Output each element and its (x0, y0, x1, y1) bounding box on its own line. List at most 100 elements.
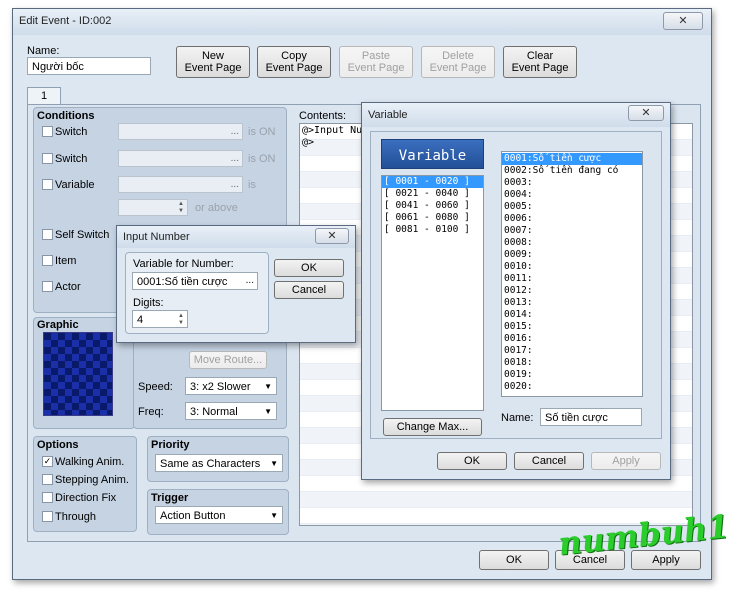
clear-event-page-button[interactable]: Clear Event Page (503, 46, 577, 78)
variable-group-item[interactable]: [ 0081 - 0100 ] (382, 224, 483, 236)
copy-event-page-button[interactable]: Copy Event Page (257, 46, 331, 78)
change-max-button[interactable]: Change Max... (383, 418, 482, 436)
self-switch-label: Self Switch (55, 229, 110, 241)
variable-list-item[interactable]: 0009: (502, 249, 642, 261)
title-bar: Edit Event - ID:002 ✕ (13, 9, 711, 35)
variable-header: Variable (381, 139, 484, 169)
variable-list-item[interactable]: 0018: (502, 357, 642, 369)
variable-list-item[interactable]: 0011: (502, 273, 642, 285)
speed-label: Speed: (138, 381, 173, 393)
switch1-label: Switch (55, 126, 88, 138)
variable-for-number-field[interactable]: 0001:Số tiền cược... (132, 272, 258, 290)
chevron-down-icon: ▼ (264, 407, 272, 416)
variable-list-item[interactable]: 0006: (502, 213, 642, 225)
switch2-selector[interactable]: ... (118, 150, 243, 167)
chevron-down-icon: ▼ (264, 382, 272, 391)
switch2-checkbox[interactable] (42, 153, 53, 164)
variable-group-list[interactable]: [ 0001 - 0020 ][ 0021 - 0040 ][ 0041 - 0… (381, 175, 484, 411)
variable-list-item[interactable]: 0004: (502, 189, 642, 201)
item-label: Item (55, 255, 77, 267)
variable-list-item[interactable]: 0012: (502, 285, 642, 297)
contents-label: Contents: (299, 110, 347, 122)
variable-ok-button[interactable]: OK (437, 452, 507, 470)
variable-list-item[interactable]: 0013: (502, 297, 642, 309)
variable-list-item[interactable]: 0016: (502, 333, 642, 345)
variable-label: Variable (55, 179, 95, 191)
switch1-checkbox[interactable] (42, 126, 53, 137)
close-button[interactable]: ✕ (315, 228, 349, 244)
variable-list-item[interactable]: 0020: (502, 381, 642, 393)
direction-fix-label: Direction Fix (55, 492, 117, 504)
freq-label: Freq: (138, 406, 164, 418)
switch2-is-on: is ON (248, 153, 276, 165)
variable-list-item[interactable]: 0014: (502, 309, 642, 321)
variable-group-item[interactable]: [ 0021 - 0040 ] (382, 188, 483, 200)
variable-name-field[interactable]: Số tiền cược (540, 408, 642, 426)
self-switch-checkbox[interactable] (42, 229, 53, 240)
contents-line-1[interactable]: @>Input Nur (302, 125, 368, 136)
trigger-title: Trigger (151, 492, 189, 504)
digits-spinner[interactable]: 4 ▲ ▼ (132, 310, 188, 328)
variable-list-item[interactable]: 0008: (502, 237, 642, 249)
variable-apply-button[interactable]: Apply (591, 452, 661, 470)
stepping-anim-label: Stepping Anim. (55, 474, 129, 486)
stepping-anim-checkbox[interactable] (42, 474, 53, 485)
variable-list-item[interactable]: 0001:Số tiền cược (502, 153, 642, 165)
move-route-button[interactable]: Move Route... (189, 351, 267, 369)
input-number-ok-button[interactable]: OK (274, 259, 344, 277)
item-checkbox[interactable] (42, 255, 53, 266)
variable-list-item[interactable]: 0015: (502, 321, 642, 333)
priority-dropdown[interactable]: Same as Characters ▼ (155, 454, 283, 472)
graphic-preview[interactable] (43, 332, 113, 416)
options-title: Options (37, 439, 79, 451)
tab-page-1[interactable]: 1 (27, 87, 61, 105)
name-field[interactable]: Người bốc (27, 57, 151, 75)
variable-for-number-label: Variable for Number: (133, 258, 234, 270)
walking-anim-checkbox[interactable]: ✓ (42, 456, 53, 467)
variable-list-item[interactable]: 0017: (502, 345, 642, 357)
input-number-title: Input Number (123, 231, 190, 243)
variable-cancel-button[interactable]: Cancel (514, 452, 584, 470)
new-event-page-button[interactable]: New Event Page (176, 46, 250, 78)
name-label: Name: (27, 45, 60, 57)
digits-label: Digits: (133, 297, 164, 309)
close-button[interactable]: ✕ (628, 105, 664, 121)
variable-selector[interactable]: ... (118, 176, 243, 193)
variable-dialog-title: Variable (368, 109, 408, 121)
variable-item-list[interactable]: 0001:Số tiền cược 0002:Số tiền đang có 000… (501, 151, 643, 397)
speed-dropdown[interactable]: 3: x2 Slower ▼ (185, 377, 277, 395)
close-button[interactable]: ✕ (663, 12, 703, 30)
or-above-label: or above (195, 202, 238, 214)
variable-group-item[interactable]: [ 0041 - 0060 ] (382, 200, 483, 212)
input-number-dialog: Input Number ✕ Variable for Number: 0001… (116, 225, 356, 343)
freq-dropdown[interactable]: 3: Normal ▼ (185, 402, 277, 420)
through-label: Through (55, 511, 96, 523)
conditions-title: Conditions (37, 110, 95, 122)
actor-checkbox[interactable] (42, 281, 53, 292)
switch1-is-on: is ON (248, 126, 276, 138)
variable-list-item[interactable]: 0002:Số tiền đang có (502, 165, 642, 177)
actor-label: Actor (55, 281, 81, 293)
variable-list-item[interactable]: 0007: (502, 225, 642, 237)
direction-fix-checkbox[interactable] (42, 492, 53, 503)
delete-event-page-button[interactable]: Delete Event Page (421, 46, 495, 78)
variable-list-item[interactable]: 0010: (502, 261, 642, 273)
variable-title-bar: Variable ✕ (362, 103, 670, 127)
ok-button[interactable]: OK (479, 550, 549, 570)
contents-line-2[interactable]: @> (302, 137, 314, 148)
through-checkbox[interactable] (42, 511, 53, 522)
variable-list-item[interactable]: 0005: (502, 201, 642, 213)
variable-checkbox[interactable] (42, 179, 53, 190)
paste-event-page-button[interactable]: Paste Event Page (339, 46, 413, 78)
variable-list-item[interactable]: 0019: (502, 369, 642, 381)
input-number-cancel-button[interactable]: Cancel (274, 281, 344, 299)
variable-group-item[interactable]: [ 0061 - 0080 ] (382, 212, 483, 224)
variable-list-item[interactable]: 0003: (502, 177, 642, 189)
input-number-title-bar: Input Number ✕ (117, 226, 355, 248)
variable-group-item[interactable]: [ 0001 - 0020 ] (382, 176, 483, 188)
switch1-selector[interactable]: ... (118, 123, 243, 140)
contents-row[interactable] (300, 492, 692, 508)
trigger-dropdown[interactable]: Action Button ▼ (155, 506, 283, 524)
chevron-down-icon: ▼ (270, 511, 278, 520)
variable-value-spinner[interactable]: ▲ ▼ (118, 199, 188, 216)
